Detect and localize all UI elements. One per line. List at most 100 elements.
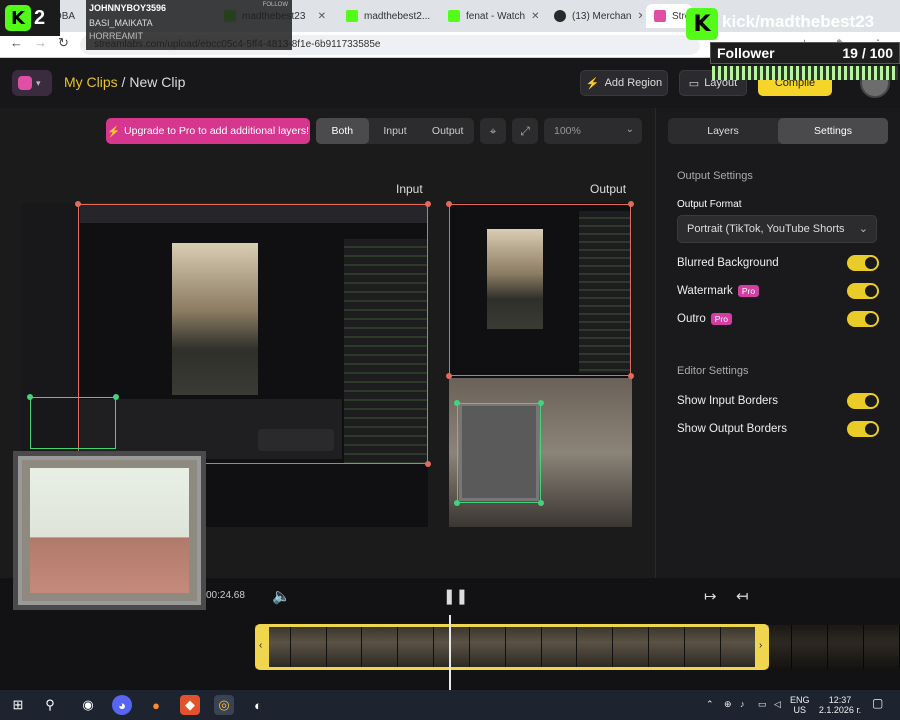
youtube-favicon-icon — [554, 10, 566, 22]
output-crop-border[interactable] — [449, 204, 631, 376]
output-label: Output — [590, 182, 627, 196]
resize-handle[interactable] — [454, 400, 460, 406]
input-camera-border[interactable] — [30, 397, 116, 449]
streamlabs-logo-icon — [18, 76, 32, 90]
input-crop-border[interactable] — [78, 204, 428, 464]
upgrade-label: Upgrade to Pro to add additional layers! — [124, 125, 310, 137]
panel-tabs: Layers Settings — [668, 118, 888, 144]
close-tab-icon[interactable]: ✕ — [531, 11, 539, 22]
add-region-button[interactable]: ⚡ Add Region — [580, 70, 668, 96]
kick-follower-goal-overlay: K kick/madthebest23 Follower 19 / 100 — [684, 4, 900, 82]
language-indicator[interactable]: ENG US — [790, 695, 810, 715]
breadcrumb-current: New Clip — [129, 74, 186, 90]
resize-handle[interactable] — [425, 461, 431, 467]
resize-handle[interactable] — [446, 201, 452, 207]
resize-handle[interactable] — [113, 394, 119, 400]
trim-selection[interactable] — [255, 624, 769, 670]
trim-end-icon[interactable]: ↦ — [704, 587, 717, 605]
firefox-icon[interactable]: ● — [146, 695, 166, 715]
resize-handle[interactable] — [628, 201, 634, 207]
bolt-icon: ⚡ — [106, 125, 121, 138]
resize-handle[interactable] — [425, 201, 431, 207]
view-input-button[interactable]: Input — [369, 118, 422, 144]
trim-left-handle-icon[interactable]: ‹ — [259, 640, 262, 651]
output-settings-heading: Output Settings — [677, 170, 753, 182]
output-format-label: Output Format — [677, 199, 742, 210]
tab-label: fenat - Watch — [466, 10, 526, 22]
chat-overlay: JOHNNYBOY3596 FOLLOW BASI_MAIKATA HORREA… — [86, 0, 292, 50]
show-input-borders-toggle[interactable] — [847, 393, 879, 409]
close-tab-icon[interactable]: ✕ — [637, 11, 642, 22]
browser-tab[interactable]: (13) Merchan ✕ — [546, 4, 642, 28]
breadcrumb: My Clips / New Clip — [64, 74, 185, 90]
blurred-background-toggle[interactable] — [847, 255, 879, 271]
notification-icon[interactable]: ▢ — [872, 697, 883, 709]
speaker-icon[interactable]: ◁ — [774, 699, 781, 709]
webcam-feed — [30, 468, 189, 593]
show-output-borders-row: Show Output Borders — [677, 419, 879, 439]
reload-icon[interactable]: ↻ — [58, 35, 69, 51]
zoom-select[interactable]: 100% ⌄ — [544, 118, 642, 144]
view-mode-toggle: Both Input Output — [316, 118, 474, 144]
kick-favicon-icon — [448, 10, 460, 22]
show-output-borders-toggle[interactable] — [847, 421, 879, 437]
show-output-borders-label: Show Output Borders — [677, 423, 787, 435]
upgrade-pro-button[interactable]: ⚡ Upgrade to Pro to add additional layers… — [106, 118, 310, 144]
resize-handle[interactable] — [446, 373, 452, 379]
clock[interactable]: 12:37 2.1.2026 г. — [818, 695, 862, 715]
browser-tab[interactable]: madthebest2...✕ — [338, 4, 434, 28]
game-launcher-icon[interactable]: ◆ — [180, 695, 200, 715]
tab-layers[interactable]: Layers — [668, 118, 778, 144]
output-format-select[interactable]: Portrait (TikTok, YouTube Shorts ⌄ — [677, 215, 877, 243]
back-arrow-icon[interactable]: ← — [10, 35, 23, 50]
browser-tab[interactable]: fenat - Watch ✕ — [440, 4, 540, 28]
outro-toggle[interactable] — [847, 311, 879, 327]
streamlabs-favicon-icon — [654, 10, 666, 22]
add-region-label: Add Region — [604, 77, 663, 89]
follower-goal-label: Follower — [717, 45, 775, 61]
resize-handle[interactable] — [538, 500, 544, 506]
expand-icon[interactable]: ⤢ — [512, 118, 538, 144]
tab-settings[interactable]: Settings — [778, 118, 888, 144]
view-both-button[interactable]: Both — [316, 118, 369, 144]
resize-handle[interactable] — [27, 394, 33, 400]
discord-icon[interactable]: ◕ — [112, 695, 132, 715]
obs-icon[interactable]: ◐ — [248, 695, 268, 715]
output-camera-border[interactable] — [457, 403, 541, 503]
tab-label: madthebest2... — [364, 10, 431, 22]
timecode: 00:24.68 — [206, 590, 245, 601]
blurred-background-label: Blurred Background — [677, 257, 779, 269]
microphone-icon[interactable]: ♪ — [740, 699, 745, 709]
close-tab-icon[interactable]: ✕ — [318, 11, 326, 22]
output-format-value: Portrait (TikTok, YouTube Shorts — [687, 223, 845, 235]
pause-icon[interactable]: ❚❚ — [443, 587, 468, 605]
windows-start-icon[interactable]: ⊞ — [8, 695, 28, 715]
resize-handle[interactable] — [75, 201, 81, 207]
volume-icon[interactable]: 🔈 — [272, 587, 291, 605]
breadcrumb-my-clips-link[interactable]: My Clips — [64, 74, 118, 90]
resize-handle[interactable] — [538, 400, 544, 406]
watermark-row: Watermark Pro — [677, 281, 879, 301]
resize-handle[interactable] — [454, 500, 460, 506]
focus-icon[interactable]: ⌖ — [480, 118, 506, 144]
pro-badge: Pro — [737, 285, 760, 297]
channel-name: kick/madthebest23 — [722, 12, 875, 31]
show-input-borders-row: Show Input Borders — [677, 391, 879, 411]
app-logo-menu[interactable]: ▾ — [12, 70, 52, 96]
search-icon[interactable]: ⚲ — [40, 695, 60, 715]
follower-goal-value: 19 / 100 — [842, 45, 893, 61]
watermark-toggle[interactable] — [847, 283, 879, 299]
trim-start-icon[interactable]: ↤ — [736, 587, 749, 605]
monitor-icon[interactable]: ▭ — [758, 699, 767, 709]
tray-chevron-icon[interactable]: ⌃ — [706, 699, 714, 709]
kick-viewer-badge: K2 — [0, 0, 60, 36]
trim-right-handle-icon[interactable]: › — [759, 640, 762, 651]
forward-arrow-icon[interactable]: → — [34, 35, 47, 50]
network-icon[interactable]: ⊕ — [724, 699, 732, 709]
chrome-icon[interactable]: ◎ — [214, 695, 234, 715]
resize-handle[interactable] — [628, 373, 634, 379]
steam-icon[interactable]: ◉ — [78, 695, 98, 715]
playhead[interactable] — [449, 615, 451, 690]
view-output-button[interactable]: Output — [421, 118, 474, 144]
zoom-value: 100% — [554, 125, 581, 137]
